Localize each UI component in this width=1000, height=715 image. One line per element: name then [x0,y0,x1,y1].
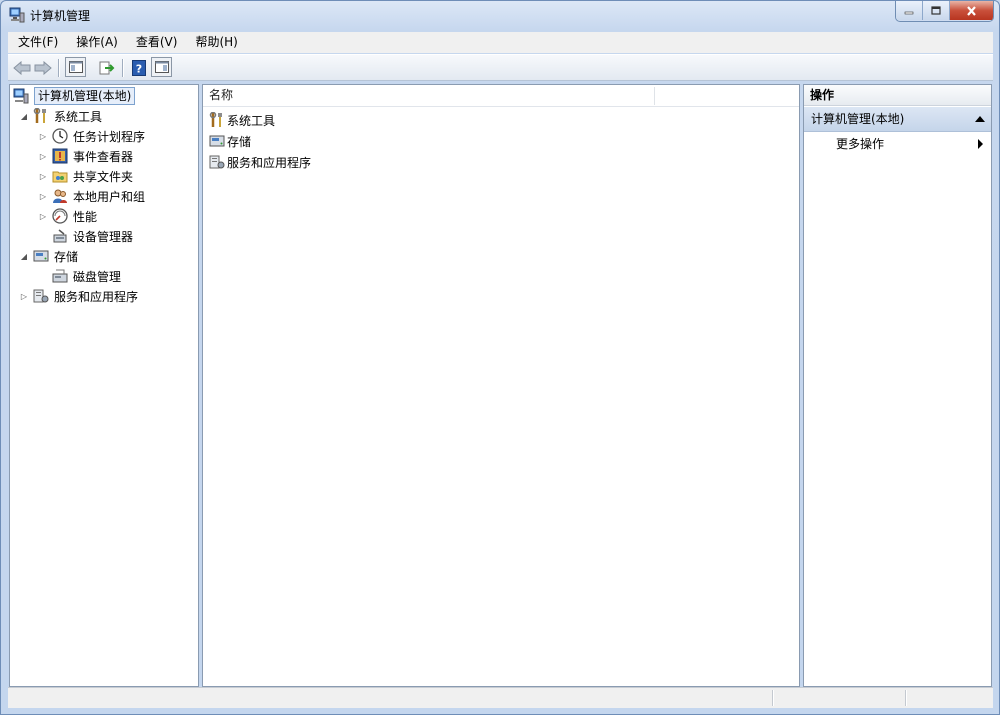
tree-item-label: 任务计划程序 [73,129,146,144]
status-segment [905,690,994,706]
tree-item-services-applications[interactable]: 服务和应用程序 [33,287,138,305]
more-actions-item[interactable]: 更多操作 [804,133,991,155]
tree-item-label: 性能 [73,209,98,224]
menu-view[interactable]: 查看(V) [126,32,186,53]
minimize-button[interactable] [896,1,923,20]
export-list-button[interactable] [97,58,117,77]
list-item-label: 存储 [227,134,252,149]
tree-item-label: 设备管理器 [73,229,134,244]
close-icon [967,5,976,16]
toolbar: ? [8,54,993,81]
tree-item-label: 磁盘管理 [73,269,122,284]
submenu-arrow-icon [978,139,983,149]
tree-item-local-users-groups[interactable]: 本地用户和组 [52,187,145,205]
computer-management-icon [9,7,25,23]
window-title: 计算机管理 [30,9,91,23]
expand-arrow-icon[interactable]: ▷ [39,132,47,141]
actions-pane: 操作 计算机管理(本地) 更多操作 [803,84,992,687]
action-pane-icon [154,61,169,73]
help-button[interactable]: ? [129,58,149,77]
actions-header: 操作 [804,85,991,106]
console-tree: 计算机管理(本地) ◢ 系统工具 ▷ 任务计划程序 ▷ 事件查看器 ▷ 共享文件… [9,84,199,687]
tree-item-task-scheduler[interactable]: 任务计划程序 [52,127,145,145]
maximize-button[interactable] [923,1,950,20]
disk-management-icon [52,269,68,283]
list-item[interactable]: 存储 [209,131,251,151]
storage-icon [33,250,49,262]
tools-icon [209,112,222,127]
tree-item-device-manager[interactable]: 设备管理器 [52,227,133,245]
expand-arrow-icon[interactable]: ▷ [39,152,47,161]
export-list-icon [99,61,115,74]
list-item[interactable]: 服务和应用程序 [209,152,311,172]
menu-bar: 文件(F) 操作(A) 查看(V) 帮助(H) [8,32,993,53]
services-icon [209,155,225,169]
users-icon [53,189,67,203]
help-icon: ? [132,59,146,76]
column-header-name[interactable]: 名称 [203,85,233,106]
title-bar[interactable]: 计算机管理 [1,1,999,29]
main-window: 计算机管理 文件(F) 操作(A) 查看(V) 帮助(H) ? 计算机管理(本地… [0,0,1000,715]
device-manager-icon [53,229,67,243]
tree-item-performance[interactable]: 性能 [52,207,97,225]
tree-item-root[interactable]: 计算机管理(本地) [13,87,136,105]
tree-item-system-tools[interactable]: 系统工具 [33,107,102,125]
tree-item-event-viewer[interactable]: 事件查看器 [52,147,133,165]
expand-arrow-icon[interactable]: ▷ [39,212,47,221]
back-button[interactable] [12,58,32,77]
actions-group-computer-management[interactable]: 计算机管理(本地) [804,107,991,132]
event-viewer-icon [52,148,68,164]
tools-icon [33,108,46,123]
collapse-arrow-icon[interactable]: ◢ [20,112,28,121]
collapse-up-icon[interactable] [975,116,985,122]
close-button[interactable] [950,1,993,20]
minimize-icon [904,11,914,14]
list-item[interactable]: 系统工具 [209,110,275,130]
menu-action[interactable]: 操作(A) [66,32,126,53]
actions-group-label: 计算机管理(本地) [811,112,905,126]
performance-icon [52,208,68,224]
show-hide-console-tree-button[interactable] [65,57,86,77]
tree-item-label: 存储 [54,249,79,264]
expand-arrow-icon[interactable]: ▷ [39,192,47,201]
svg-text:?: ? [136,62,142,75]
computer-management-icon [13,88,29,104]
list-item-label: 系统工具 [227,113,276,128]
tree-item-label: 本地用户和组 [73,189,146,204]
tree-item-label: 服务和应用程序 [54,289,139,304]
maximize-icon [931,6,941,15]
console-tree-icon [68,61,83,73]
forward-button[interactable] [33,58,53,77]
storage-icon [209,135,225,147]
shared-folder-icon [52,171,68,183]
forward-arrow-icon [34,60,52,75]
back-arrow-icon [13,60,31,75]
status-bar [8,687,993,708]
toolbar-separator [58,59,60,77]
menu-help[interactable]: 帮助(H) [185,32,245,53]
list-header: 名称 [203,85,799,107]
details-list: 名称 系统工具 存储 服务和应用程序 [202,84,800,687]
more-actions-label: 更多操作 [836,137,885,151]
tree-item-label: 事件查看器 [73,149,134,164]
toolbar-separator [122,59,124,77]
tree-item-shared-folders[interactable]: 共享文件夹 [52,167,133,185]
tree-item-label: 计算机管理(本地) [34,87,136,105]
collapse-arrow-icon[interactable]: ◢ [20,252,28,261]
menu-file[interactable]: 文件(F) [8,32,66,53]
services-icon [33,289,49,303]
clock-icon [52,128,68,144]
tree-item-storage[interactable]: 存储 [33,247,78,265]
tree-item-disk-management[interactable]: 磁盘管理 [52,267,121,285]
list-item-label: 服务和应用程序 [227,155,312,170]
expand-arrow-icon[interactable]: ▷ [20,292,28,301]
expand-arrow-icon[interactable]: ▷ [39,172,47,181]
show-hide-action-pane-button[interactable] [151,57,172,77]
caption-buttons [895,1,994,22]
tree-item-label: 共享文件夹 [73,169,134,184]
column-divider[interactable] [654,87,655,105]
status-segment [772,690,905,706]
tree-item-label: 系统工具 [54,109,103,124]
